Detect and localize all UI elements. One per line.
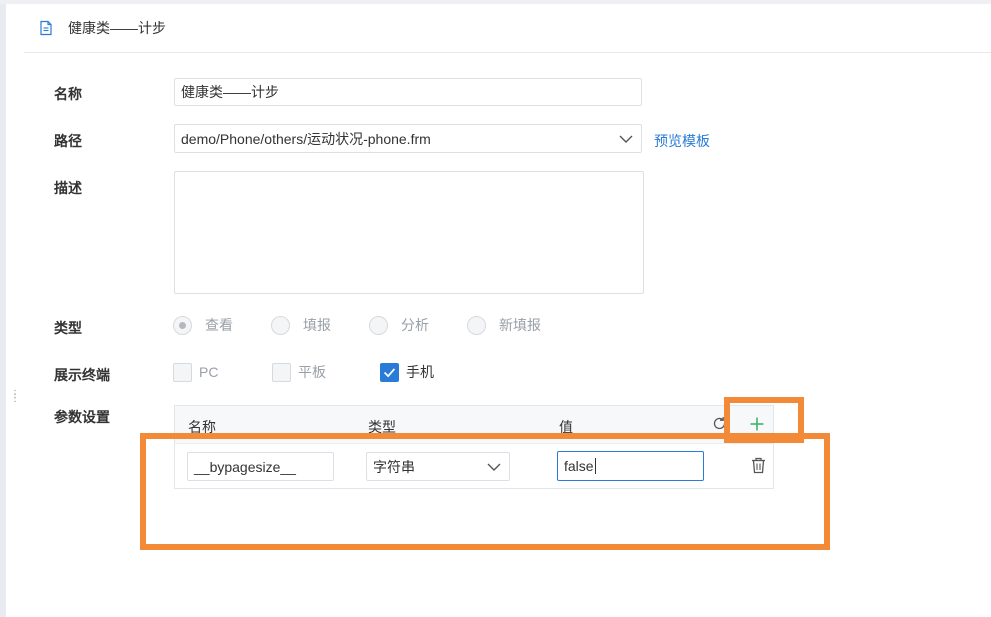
- splitter-handle[interactable]: ⋮ ⋮: [10, 390, 20, 404]
- checkbox-icon: [272, 362, 291, 382]
- params-label: 参数设置: [54, 409, 110, 425]
- type-radio-group: 查看 填报 分析 新填报: [173, 315, 579, 335]
- preview-template-link[interactable]: 预览模板: [654, 131, 710, 151]
- path-label: 路径: [54, 133, 82, 149]
- path-select-value: demo/Phone/others/运动状况-phone.frm: [181, 130, 431, 147]
- radio-circle-icon: [369, 315, 388, 335]
- checkbox-label: 平板: [298, 364, 326, 380]
- name-input[interactable]: 健康类——计步: [174, 78, 642, 106]
- radio-label: 填报: [303, 317, 331, 333]
- type-radio-new-fill[interactable]: 新填报: [467, 315, 541, 335]
- description-textarea[interactable]: [174, 171, 644, 294]
- terminal-checkbox-tablet[interactable]: 平板: [272, 362, 380, 382]
- radio-label: 分析: [401, 317, 429, 333]
- type-radio-analysis[interactable]: 分析: [369, 315, 429, 335]
- radio-label: 查看: [205, 317, 233, 333]
- chevron-down-icon: [619, 135, 633, 143]
- page-header: 健康类——计步: [24, 4, 991, 53]
- terminal-checkbox-pc[interactable]: PC: [173, 362, 272, 382]
- type-label: 类型: [54, 320, 82, 336]
- path-select[interactable]: demo/Phone/others/运动状况-phone.frm: [174, 124, 642, 153]
- radio-circle-icon: [271, 315, 290, 335]
- type-radio-fill[interactable]: 填报: [271, 315, 331, 335]
- terminal-checkbox-phone[interactable]: 手机: [380, 362, 434, 382]
- name-label: 名称: [54, 86, 82, 102]
- radio-circle-icon: [173, 315, 192, 335]
- checkbox-icon: [173, 362, 192, 382]
- checkbox-checked-icon: [380, 362, 399, 382]
- checkbox-label: PC: [199, 364, 219, 380]
- radio-label: 新填报: [499, 317, 541, 333]
- left-gutter: [0, 4, 6, 617]
- page-title: 健康类——计步: [68, 20, 166, 36]
- highlight-box-row: [140, 433, 830, 550]
- radio-circle-icon: [467, 315, 486, 335]
- name-input-value: 健康类——计步: [181, 84, 279, 100]
- document-icon: [40, 20, 52, 36]
- terminal-label: 展示终端: [54, 367, 110, 383]
- description-label: 描述: [54, 180, 82, 196]
- checkbox-label: 手机: [406, 364, 434, 380]
- type-radio-view[interactable]: 查看: [173, 315, 233, 335]
- terminal-checkbox-group: PC 平板 手机: [173, 362, 434, 382]
